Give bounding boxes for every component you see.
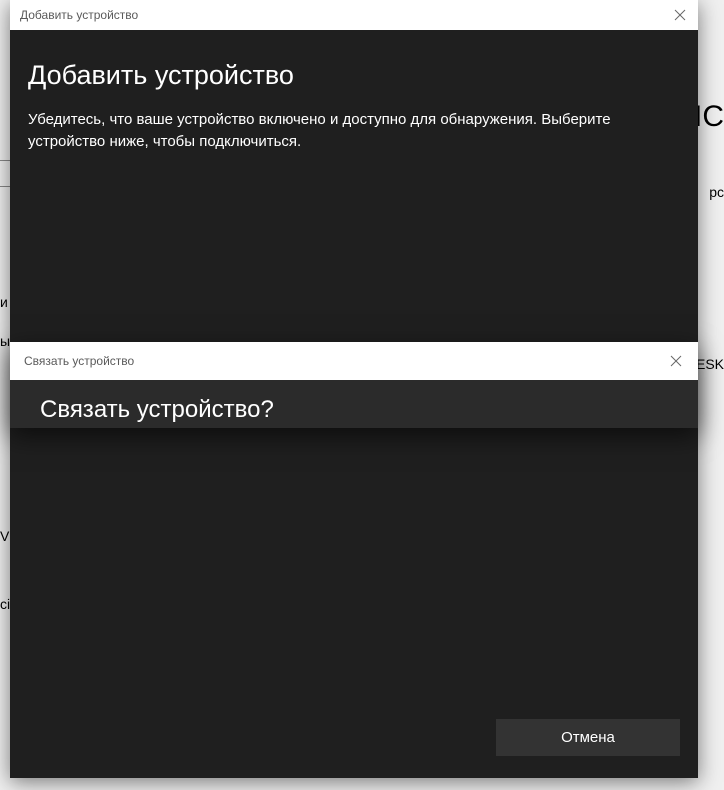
bg-fragment: рс <box>709 184 724 200</box>
bg-fragment: сі <box>0 596 10 612</box>
add-device-subtext: Убедитесь, что ваше устройство включено … <box>28 109 680 153</box>
cancel-button[interactable]: Отмена <box>496 719 680 756</box>
pair-device-heading: Связать устройство? <box>40 396 668 424</box>
bg-fragment: ESK <box>696 356 724 372</box>
pair-device-window-title: Связать устройство <box>24 354 134 368</box>
add-device-heading: Добавить устройство <box>28 60 680 91</box>
add-device-footer: Отмена <box>10 705 698 778</box>
add-device-titlebar: Добавить устройство <box>10 0 698 30</box>
close-icon[interactable] <box>672 7 688 23</box>
bg-fragment: IC <box>694 100 724 134</box>
pair-device-dialog: Связать устройство Связать устройство? <box>10 342 698 428</box>
pair-device-body: Связать устройство? <box>10 380 698 424</box>
add-device-window-title: Добавить устройство <box>20 8 138 22</box>
close-icon[interactable] <box>668 353 684 369</box>
pair-device-titlebar: Связать устройство <box>10 342 698 380</box>
bg-fragment: ы <box>0 333 10 349</box>
add-device-body: Добавить устройство Убедитесь, что ваше … <box>10 30 698 173</box>
bg-fragment: и <box>0 294 8 310</box>
